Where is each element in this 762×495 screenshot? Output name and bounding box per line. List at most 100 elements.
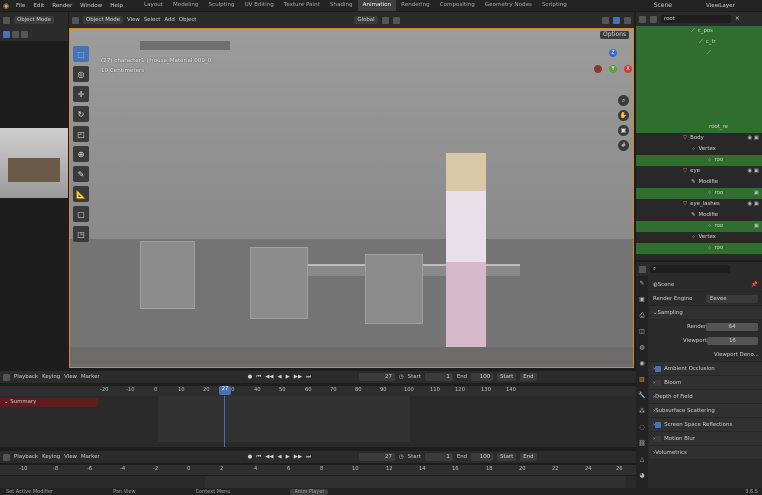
motion-blur-section[interactable]: › Motion Blur — [649, 432, 762, 446]
jump-start-icon[interactable]: ⏮ — [256, 374, 261, 381]
clear-search-icon[interactable]: ✕ — [735, 16, 740, 22]
volumetrics-section[interactable]: › Volumetrics — [649, 446, 762, 460]
tab-shading[interactable]: Shading — [325, 0, 358, 11]
material-tab-icon[interactable]: ◕ — [636, 468, 648, 484]
bloom-section[interactable]: › Bloom — [649, 376, 762, 390]
viewport-mode-dropdown[interactable]: Object Mode — [83, 16, 123, 24]
play-reverse-icon[interactable]: ◀ — [277, 374, 281, 380]
timeline-area[interactable] — [0, 476, 636, 488]
edit-tool-icon[interactable]: ◳ — [73, 226, 89, 242]
playback-menu[interactable]: Playback — [14, 454, 38, 460]
dopesheet-channels[interactable]: ⌄ Summary — [0, 396, 636, 447]
menu-file[interactable]: File — [12, 3, 29, 9]
axis-z-icon[interactable]: Z — [609, 49, 617, 57]
tool-tab-icon[interactable]: ✎ — [636, 276, 648, 292]
current-frame-field[interactable]: 27 — [358, 453, 395, 461]
step-forward-icon[interactable]: ▶▶ — [294, 374, 302, 380]
outliner-row[interactable]: ⁘ Vertex — [636, 144, 762, 155]
outliner-row[interactable] — [636, 111, 762, 122]
select-box-icon[interactable] — [3, 31, 10, 38]
step-forward-icon[interactable]: ▶▶ — [294, 454, 302, 460]
pin-icon[interactable]: 📌 — [751, 282, 758, 288]
left-mode-dropdown[interactable]: Object Mode — [14, 16, 54, 24]
physics-tab-icon[interactable]: ◌ — [636, 420, 648, 436]
tab-sculpting[interactable]: Sculpting — [203, 0, 239, 11]
menu-help[interactable]: Help — [106, 3, 127, 9]
outliner-row[interactable]: ✎ Modifie — [636, 177, 762, 188]
outliner-row[interactable] — [636, 59, 762, 111]
move-tool-icon[interactable]: ✛ — [73, 86, 89, 102]
camera-icon[interactable]: ▣ — [618, 125, 629, 136]
dopesheet-editor-type-icon[interactable] — [3, 373, 10, 381]
axis-x-icon[interactable]: X — [624, 65, 632, 73]
outliner-row[interactable]: ⁘ roo ▣ — [636, 188, 762, 199]
visibility-eye-icon[interactable]: ◉ ▣ — [747, 166, 762, 177]
outliner-row[interactable]: ✎ Modifie — [636, 210, 762, 221]
tab-modeling[interactable]: Modeling — [168, 0, 203, 11]
timeline-editor-type-icon[interactable] — [3, 453, 10, 461]
navigation-gizmo[interactable]: Z X Y — [594, 47, 632, 87]
visibility-eye-icon[interactable]: ◉ ▣ — [747, 133, 762, 144]
view-menu[interactable]: View — [64, 454, 77, 460]
select-mode-icon[interactable] — [12, 31, 19, 38]
record-icon[interactable]: ● — [248, 374, 253, 380]
object-tab-icon[interactable]: ▧ — [636, 372, 648, 388]
play-icon[interactable]: ▶ — [286, 454, 290, 460]
start-button[interactable]: Start — [497, 453, 517, 461]
sampling-section[interactable]: ⌄ Sampling — [649, 306, 762, 320]
zoom-icon[interactable]: ⌕ — [618, 95, 629, 106]
outliner-search-input[interactable]: root — [661, 15, 731, 23]
output-tab-icon[interactable]: ⎙ — [636, 308, 648, 324]
end-button[interactable]: End — [520, 373, 537, 381]
add-cube-tool-icon[interactable]: ▢ — [73, 206, 89, 222]
view-layer-selector[interactable]: ViewLayer — [702, 3, 762, 9]
scene-selector[interactable]: Scene — [650, 2, 676, 9]
properties-search-input[interactable]: ⌕ — [650, 265, 730, 273]
cursor-tool-icon[interactable]: ◎ — [73, 66, 89, 82]
snap-icon[interactable] — [381, 16, 389, 24]
menu-select[interactable]: Select — [144, 17, 161, 23]
transform-orientation-dropdown[interactable]: Global — [354, 16, 378, 24]
menu-view[interactable]: View — [127, 17, 140, 23]
shading-rendered-icon[interactable] — [624, 16, 631, 24]
timeline-ruler[interactable]: -10 -8 -6 -4 -2 0 2 4 6 8 10 12 14 16 18… — [0, 465, 636, 475]
outliner-row[interactable]: ▽ eye ◉ ▣ — [636, 166, 762, 177]
end-button[interactable]: End — [520, 453, 537, 461]
data-tab-icon[interactable]: △ — [636, 452, 648, 468]
subsurface-scattering-section[interactable]: › Subsurface Scattering — [649, 404, 762, 418]
bloom-checkbox[interactable] — [655, 379, 662, 386]
3d-viewport[interactable]: (27) character1 | house_Material.009_0 1… — [69, 28, 634, 368]
outliner-row[interactable]: ▽ Body ◉ ▣ — [636, 133, 762, 144]
render-engine-dropdown[interactable]: Eevee — [706, 294, 758, 303]
world-tab-icon[interactable]: ◉ — [636, 356, 648, 372]
menu-edit[interactable]: Edit — [29, 3, 48, 9]
editor-type-icon[interactable] — [3, 16, 10, 24]
shading-solid-icon[interactable] — [602, 16, 609, 24]
playback-menu[interactable]: Playback — [14, 374, 38, 380]
outliner-row[interactable]: ⁘ roo — [636, 243, 762, 254]
particles-tab-icon[interactable]: ⁂ — [636, 404, 648, 420]
properties-editor-type-icon[interactable] — [639, 265, 646, 273]
screen-space-reflections-section[interactable]: › Screen Space Reflections — [649, 418, 762, 432]
step-back-icon[interactable]: ◀◀ — [265, 454, 273, 460]
menu-object[interactable]: Object — [179, 17, 197, 23]
menu-render[interactable]: Render — [48, 3, 76, 9]
menu-window[interactable]: Window — [76, 3, 106, 9]
shading-material-icon[interactable] — [613, 16, 620, 24]
play-icon[interactable]: ▶ — [286, 374, 290, 380]
screen-space-reflections-checkbox[interactable] — [655, 421, 662, 428]
keying-menu[interactable]: Keying — [42, 374, 60, 380]
grid-icon[interactable]: # — [618, 140, 629, 151]
playhead-frame[interactable]: 27 — [219, 386, 231, 395]
view-menu[interactable]: View — [64, 374, 77, 380]
proportional-edit-icon[interactable] — [392, 16, 400, 24]
scene-tab-icon[interactable]: ◍ — [636, 340, 648, 356]
start-button[interactable]: Start — [497, 373, 517, 381]
tab-geometry-nodes[interactable]: Geometry Nodes — [480, 0, 537, 11]
modifier-tab-icon[interactable]: 🔧 — [636, 388, 648, 404]
outliner-row[interactable]: ⟋ — [636, 48, 762, 59]
transform-tool-icon[interactable]: ⊕ — [73, 146, 89, 162]
marker-menu[interactable]: Marker — [81, 454, 100, 460]
menu-add[interactable]: Add — [164, 17, 174, 23]
outliner-row[interactable]: ⟋ c_tr — [636, 37, 762, 48]
